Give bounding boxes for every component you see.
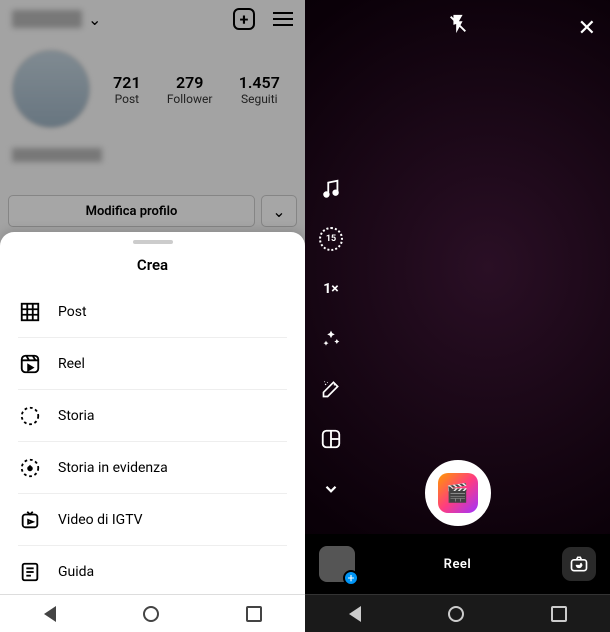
menu-label: Reel — [58, 356, 85, 372]
camera-bottom-bar: + Reel — [305, 534, 610, 594]
menu-item-guide[interactable]: Guida — [18, 546, 287, 598]
reel-tools: 15 1× — [317, 175, 345, 503]
menu-label: Post — [58, 304, 87, 320]
menu-item-igtv[interactable]: Video di IGTV — [18, 494, 287, 546]
nav-back-button[interactable] — [349, 606, 361, 622]
profile-screen: ⌄ + 721 Post 279 Follower 1.457 Seguiti — [0, 0, 305, 632]
nav-recent-button[interactable] — [246, 606, 262, 622]
camera-mode-label[interactable]: Reel — [444, 557, 472, 572]
flash-off-icon[interactable] — [447, 13, 469, 40]
more-tools[interactable] — [317, 475, 345, 503]
menu-item-reel[interactable]: Reel — [18, 338, 287, 390]
speed-tool[interactable]: 1× — [317, 275, 345, 303]
reel-icon — [18, 352, 42, 376]
menu-label: Storia in evidenza — [58, 460, 168, 476]
nav-home-button[interactable] — [143, 606, 159, 622]
nav-recent-button[interactable] — [551, 606, 567, 622]
audio-tool[interactable] — [317, 175, 345, 203]
sheet-title: Crea — [0, 252, 305, 286]
sheet-handle[interactable] — [133, 240, 173, 244]
layout-tool[interactable] — [317, 425, 345, 453]
effects-tool[interactable] — [317, 325, 345, 353]
nav-back-button[interactable] — [44, 606, 56, 622]
shutter-button[interactable]: 🎬 — [425, 460, 491, 526]
plus-badge-icon: + — [343, 570, 359, 586]
close-button[interactable]: ✕ — [578, 16, 596, 41]
grid-icon — [18, 300, 42, 324]
story-icon — [18, 404, 42, 428]
highlight-icon — [18, 456, 42, 480]
switch-camera-button[interactable] — [562, 547, 596, 581]
android-navbar — [305, 594, 610, 632]
guide-icon — [18, 560, 42, 584]
menu-label: Guida — [58, 564, 94, 580]
create-sheet: Crea Post Reel Storia — [0, 232, 305, 594]
igtv-icon — [18, 508, 42, 532]
nav-home-button[interactable] — [448, 606, 464, 622]
gallery-button[interactable]: + — [319, 546, 355, 582]
menu-label: Storia — [58, 408, 95, 424]
menu-item-story[interactable]: Storia — [18, 390, 287, 442]
clapper-icon: 🎬 — [446, 483, 468, 504]
reel-camera-screen: ✕ 15 1× 🎬 + Reel — [305, 0, 610, 632]
menu-item-post[interactable]: Post — [18, 286, 287, 338]
touch-up-tool[interactable] — [317, 375, 345, 403]
menu-label: Video di IGTV — [58, 512, 143, 528]
menu-item-highlight[interactable]: Storia in evidenza — [18, 442, 287, 494]
timer-tool[interactable]: 15 — [317, 225, 345, 253]
android-navbar — [0, 594, 305, 632]
